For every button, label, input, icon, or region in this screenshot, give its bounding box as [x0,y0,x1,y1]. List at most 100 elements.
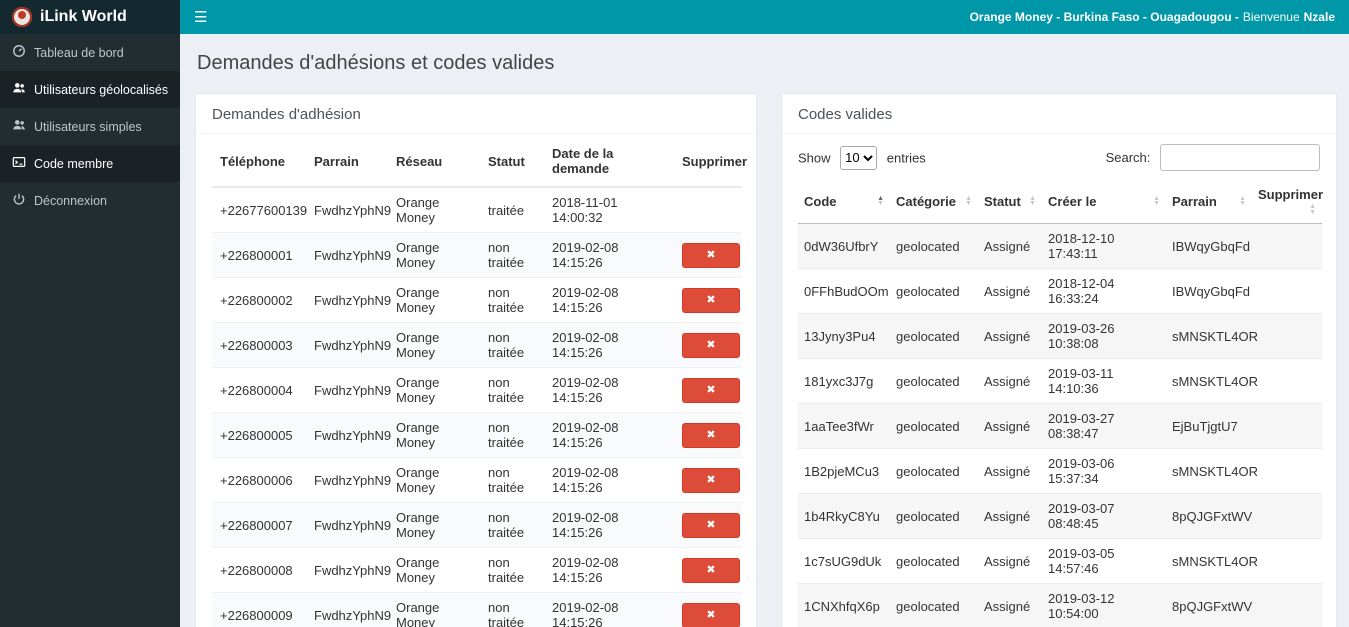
member-code-icon [12,155,26,172]
col-statut[interactable]: Statut ▲ ▼ [978,179,1042,225]
sidebar-toggle-button[interactable]: ☰ [194,10,207,25]
parrain-cell: sMNSKTL4OR [1166,358,1258,404]
delete-button[interactable]: ✖ [682,467,740,493]
delete-button[interactable]: ✖ [682,602,740,627]
parrain-cell: EjBuTjgtU7 [1166,403,1252,449]
delete-button[interactable]: ✖ [682,422,740,448]
welcome-text: Bienvenue [1242,10,1300,24]
statut-cell: non traitée [480,592,544,627]
code-row: 0dW36UfbrY geolocated Assigné 2018-12-10 17… [798,223,1322,269]
adhesion-row: +226800007 FwdhzYphN9 Orange Money non trai… [212,502,742,548]
supprimer-cell [674,186,742,233]
categorie-cell: geolocated [890,538,978,584]
adhesion-row: +226800002 FwdhzYphN9 Orange Money non trai… [212,277,742,323]
reseau-cell: Orange Money [388,547,480,593]
statut-cell: non traitée [480,502,544,548]
col-label: Catégorie [896,193,956,209]
col-creer-le[interactable]: Créer le ▲ ▼ [1042,179,1166,225]
top-navbar: iLink World ☰ Orange Money - Burkina Fas… [0,0,1349,34]
user-context: Orange Money - Burkina Faso - Ouagadougo… [970,10,1335,24]
col-date-demande: Date de la demande [544,136,674,188]
show-label: Show [798,150,831,165]
code-row: 181yxc3J7g geolocated Assigné 2019-03-11 14… [798,358,1322,404]
parrain-cell: FwdhzYphN9 [306,547,391,593]
col-label: Créer le [1048,193,1097,209]
sidebar-item-label: Déconnexion [34,193,107,208]
sidebar: Tableau de bord Utilisateurs géolocalisé… [0,34,180,627]
brand-link[interactable]: iLink World [0,0,180,34]
supprimer-cell: ✖ [674,232,742,278]
date-cell: 2019-02-08 14:15:26 [544,547,674,593]
statut-cell: non traitée [480,232,544,278]
dashboard-icon [12,44,26,61]
parrain-cell: FwdhzYphN9 [306,232,391,278]
date-cell: 2019-02-08 14:15:26 [544,367,674,413]
col-statut: Statut [480,136,544,188]
adhesions-header-row: Téléphone Parrain Réseau Statut Date de … [212,136,747,188]
date-cell: 2019-02-08 14:15:26 [544,592,674,627]
delete-button[interactable]: ✖ [682,287,740,313]
code-row: 13Jyny3Pu4 geolocated Assigné 2019-03-26 10… [798,313,1322,359]
parrain-cell: FwdhzYphN9 [306,277,391,323]
adhesions-panel-title: Demandes d'adhésion [196,94,756,134]
delete-button[interactable]: ✖ [682,332,740,358]
supprimer-cell [1252,268,1322,314]
sort-icon: ▲ ▼ [1153,194,1160,208]
main-content: Demandes d'adhésions et codes valides De… [180,34,1349,627]
entries-label: entries [886,150,926,165]
supprimer-cell: ✖ [674,367,742,413]
user-name: Nzale [1303,10,1335,24]
parrain-cell: FwdhzYphN9 [306,186,391,233]
supprimer-cell: ✖ [674,547,742,593]
parrain-cell: IBWqyGbqFd [1166,223,1252,269]
adhesion-row: +226800003 FwdhzYphN9 Orange Money non trai… [212,322,742,368]
context-text: Orange Money - Burkina Faso - Ouagadougo… [969,10,1239,24]
code-row: 1CNXhfqX6p geolocated Assigné 2019-03-12 10… [798,583,1322,627]
statut-cell: non traitée [480,367,544,413]
creer-le-cell: 2018-12-10 17:43:11 [1042,223,1166,269]
sidebar-item-utilisateurs-simples[interactable]: Utilisateurs simples [0,108,180,145]
delete-button[interactable]: ✖ [682,557,740,583]
power-icon [12,192,26,209]
code-cell: 1c7sUG9dUk [798,538,890,584]
date-cell: 2019-02-08 14:15:26 [544,277,674,323]
creer-le-cell: 2019-03-27 08:38:47 [1042,403,1166,449]
col-supprimer[interactable]: Supprimer ▲ ▼ [1252,179,1324,225]
sidebar-item-tableau-de-bord[interactable]: Tableau de bord [0,34,180,71]
page-length-select[interactable]: 10 [840,145,878,170]
supprimer-cell [1252,358,1322,404]
col-code[interactable]: Code ▲ ▼ [798,179,890,225]
sidebar-item-deconnexion[interactable]: Déconnexion [0,182,180,219]
sidebar-item-code-membre[interactable]: Code membre [0,145,180,182]
sidebar-item-utilisateurs-geolocalises[interactable]: Utilisateurs géolocalisés [0,71,180,108]
delete-button[interactable]: ✖ [682,377,740,403]
telephone-cell: +22677600139 [212,186,307,233]
sidebar-item-label: Utilisateurs simples [34,119,142,134]
code-row: 1b4RkyC8Yu geolocated Assigné 2019-03-07 08… [798,493,1322,539]
creer-le-cell: 2019-03-06 15:37:34 [1042,448,1166,494]
statut-cell: non traitée [480,547,544,593]
col-categorie[interactable]: Catégorie ▲ ▼ [890,179,978,225]
col-label: Supprimer [1258,187,1324,202]
creer-le-cell: 2019-03-07 08:48:45 [1042,493,1166,539]
parrain-cell: sMNSKTL4OR [1166,538,1258,584]
code-cell: 13Jyny3Pu4 [798,313,890,359]
sort-icon: ▲ ▼ [1029,194,1036,208]
col-telephone: Téléphone [212,136,306,188]
categorie-cell: geolocated [890,583,978,627]
supprimer-cell: ✖ [674,412,742,458]
supprimer-cell [1252,313,1322,359]
creer-le-cell: 2019-03-05 14:57:46 [1042,538,1166,584]
creer-le-cell: 2019-03-11 14:10:36 [1042,358,1166,404]
parrain-cell: 8pQJGFxtWV [1166,583,1252,627]
col-supprimer: Supprimer [674,136,747,188]
supprimer-cell: ✖ [674,592,742,627]
code-cell: 1b4RkyC8Yu [798,493,890,539]
delete-button[interactable]: ✖ [682,242,740,268]
col-parrain[interactable]: Parrain ▲ ▼ [1166,179,1252,225]
delete-button[interactable]: ✖ [682,512,740,538]
statut-cell: Assigné [978,493,1042,539]
search-input[interactable] [1160,144,1320,171]
adhesion-row: +226800004 FwdhzYphN9 Orange Money non trai… [212,367,742,413]
statut-cell: Assigné [978,313,1042,359]
